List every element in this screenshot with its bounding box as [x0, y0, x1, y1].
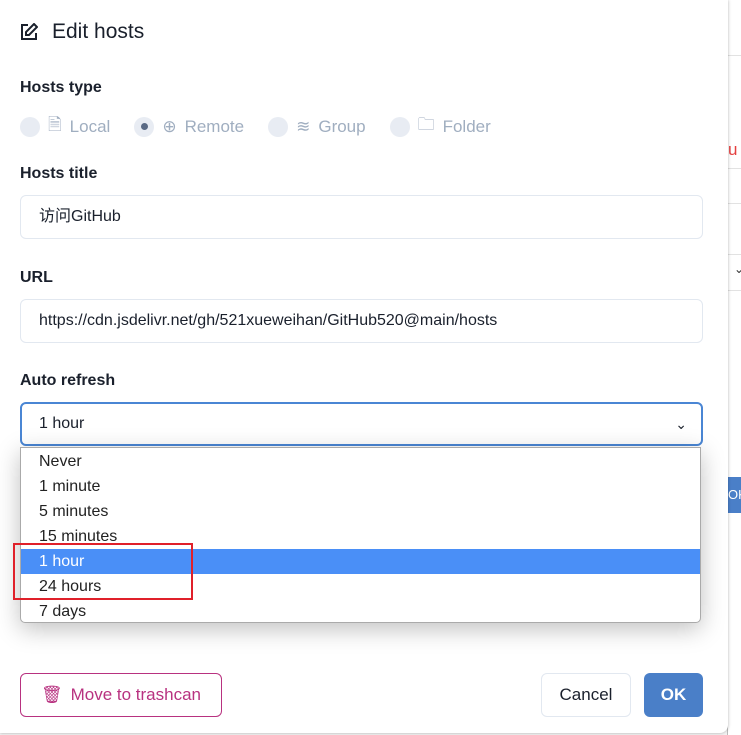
url-input[interactable]: https://cdn.jsdelivr.net/gh/521xueweihan…: [20, 299, 703, 343]
hosts-type-radio-group: 🗎 Local ⊕ Remote ≋ Group 🗀 Folder: [20, 112, 491, 141]
trash-label: Move to trashcan: [70, 685, 201, 704]
hosts-title-input[interactable]: 访问GitHub: [20, 195, 703, 239]
option-1-minute[interactable]: 1 minute: [21, 474, 700, 499]
auto-refresh-select[interactable]: 1 hour ⌄: [20, 402, 703, 446]
auto-refresh-dropdown: Never 1 minute 5 minutes 15 minutes 1 ho…: [20, 447, 701, 623]
option-never[interactable]: Never: [21, 449, 700, 474]
chevron-down-icon: ⌄: [675, 416, 687, 432]
trash-icon: 🗑: [41, 685, 63, 704]
radio-label: Local: [69, 116, 111, 136]
background-window: u ⌄ OK: [727, 0, 741, 735]
dialog-title-text: Edit hosts: [52, 20, 145, 43]
radio-remote[interactable]: ⊕ Remote: [134, 112, 244, 141]
file-icon: 🗎: [48, 115, 62, 134]
option-24-hours[interactable]: 24 hours: [21, 574, 700, 599]
radio-group[interactable]: ≋ Group: [268, 112, 366, 141]
option-1-hour[interactable]: 1 hour: [21, 549, 700, 574]
background-ok-button[interactable]: OK: [728, 477, 741, 513]
option-7-days[interactable]: 7 days: [21, 599, 700, 624]
hosts-type-label: Hosts type: [20, 79, 102, 96]
globe-icon: ⊕: [162, 116, 177, 136]
radio-label: Group: [318, 116, 366, 136]
radio-label: Folder: [442, 116, 491, 136]
move-to-trashcan-button[interactable]: 🗑 Move to trashcan: [20, 673, 222, 717]
auto-refresh-label: Auto refresh: [20, 372, 116, 389]
selected-value: 1 hour: [39, 415, 85, 432]
background-text: u: [728, 140, 738, 159]
option-5-minutes[interactable]: 5 minutes: [21, 499, 700, 524]
hosts-title-label: Hosts title: [20, 165, 98, 182]
radio-label: Remote: [184, 116, 245, 136]
cancel-button[interactable]: Cancel: [541, 673, 631, 717]
option-15-minutes[interactable]: 15 minutes: [21, 524, 700, 549]
layers-icon: ≋: [296, 116, 311, 136]
url-label: URL: [20, 269, 53, 286]
chevron-down-icon: ⌄: [734, 262, 741, 276]
ok-button[interactable]: OK: [644, 673, 703, 717]
radio-local[interactable]: 🗎 Local: [20, 112, 110, 141]
edit-icon: [21, 23, 38, 40]
dialog-title: Edit hosts: [20, 20, 144, 44]
radio-folder[interactable]: 🗀 Folder: [389, 112, 491, 141]
folder-icon: 🗀: [417, 115, 435, 134]
